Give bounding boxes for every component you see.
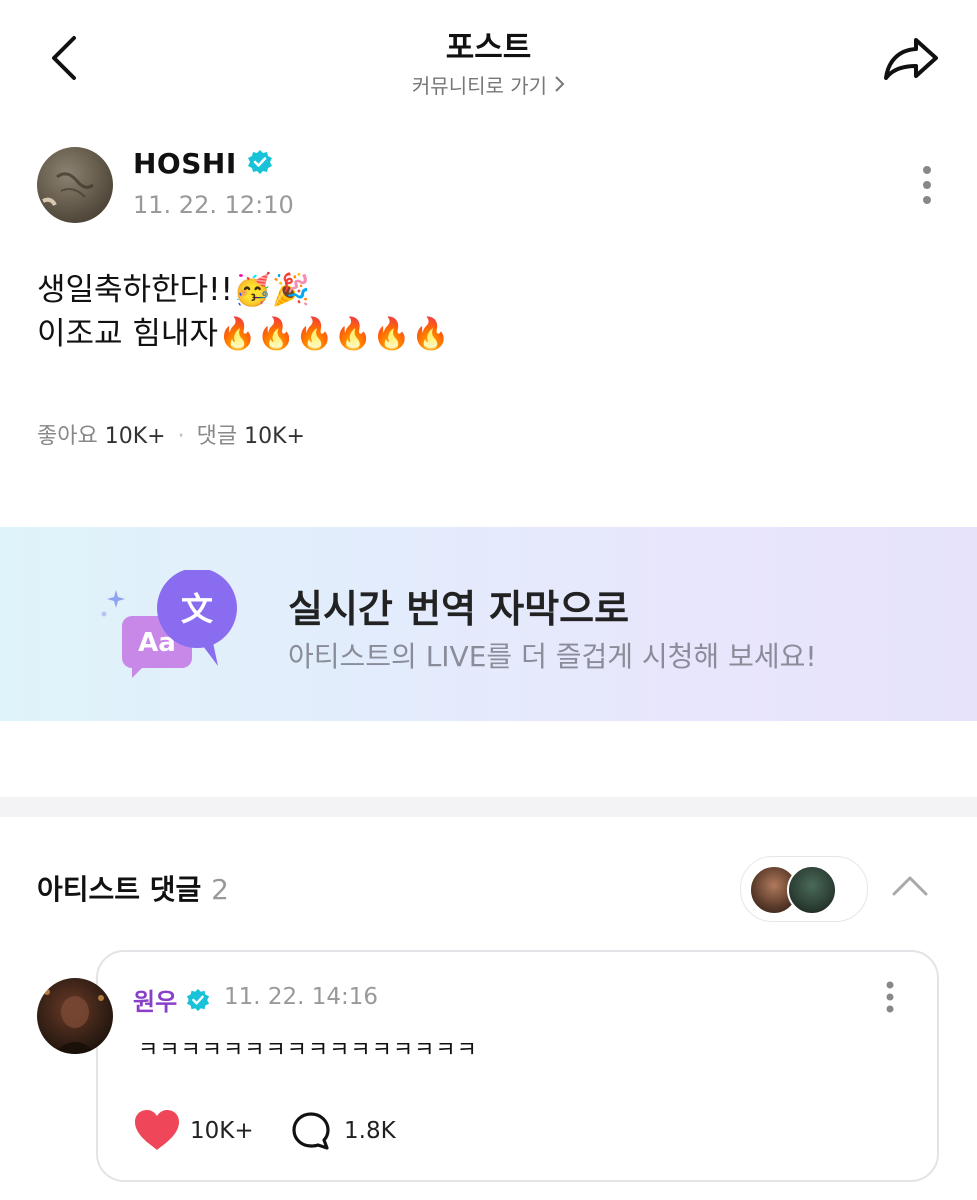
artist-comments-count: 2 [211,873,229,906]
author-avatar[interactable] [37,147,113,223]
reply-button[interactable] [290,1110,332,1152]
post-body: 생일축하한다!!🥳🎉 이조교 힘내자🔥🔥🔥🔥🔥🔥 [37,268,450,356]
comment-like-count: 10K+ [190,1118,254,1144]
commenter-name-row[interactable]: 원우 [133,982,210,1018]
artist-comment-card [96,950,939,1182]
artist-avatar-2 [787,865,837,915]
heart-icon [135,1110,179,1150]
separator-dot: · [177,424,185,449]
commenter-name: 원우 [133,988,178,1016]
artist-comments-header: 아티스트 댓글 2 [37,868,229,908]
banner-icon-front-text: 文 [181,590,213,628]
author-name-row[interactable]: HOSHI [133,147,273,182]
author-name: HOSHI [133,147,237,180]
section-divider [0,797,977,817]
community-link-label: 커뮤니티로 가기 [411,74,548,98]
post-more-button[interactable] [917,164,937,208]
comments-count: 10K+ [244,424,305,449]
translate-bubble-icon: Aa 文 [100,568,240,680]
chevron-up-icon [892,876,928,896]
post-date: 11. 22. 12:10 [133,191,294,219]
share-arrow-icon [884,38,938,80]
artist-comments-title: 아티스트 댓글 [37,873,202,906]
more-vertical-icon [886,981,894,1013]
post-text-line-1: 생일축하한다!!🥳🎉 [37,272,311,308]
share-button[interactable] [878,30,944,86]
post-text-line-2: 이조교 힘내자🔥🔥🔥🔥🔥🔥 [37,316,450,352]
like-button[interactable] [133,1108,181,1152]
collapse-button[interactable] [886,862,934,910]
post-stats: 좋아요 10K+ · 댓글 10K+ [37,418,305,450]
likes-count: 10K+ [104,424,166,449]
verified-badge-icon [186,988,210,1018]
more-vertical-icon [923,166,931,204]
verified-badge-icon [247,149,273,182]
commenter-avatar[interactable] [37,978,113,1054]
comment-reply-count: 1.8K [344,1118,396,1144]
chevron-right-icon [553,74,565,98]
comment-text: ㅋㅋㅋㅋㅋㅋㅋㅋㅋㅋㅋㅋㅋㅋㅋㅋ [138,1038,478,1063]
comment-date: 11. 22. 14:16 [224,984,379,1010]
comment-more-button[interactable] [880,980,900,1024]
likes-label: 좋아요 [37,424,98,449]
artist-avatars-pill[interactable] [740,856,868,922]
banner-subtitle: 아티스트의 LIVE를 더 즐겁게 시청해 보세요! [288,640,817,673]
community-link[interactable]: 커뮤니티로 가기 [0,70,977,99]
comments-label: 댓글 [196,424,238,449]
page-title: 포스트 [445,30,532,66]
comment-bubble-icon [292,1112,330,1150]
banner-title: 실시간 번역 자막으로 [288,587,630,631]
